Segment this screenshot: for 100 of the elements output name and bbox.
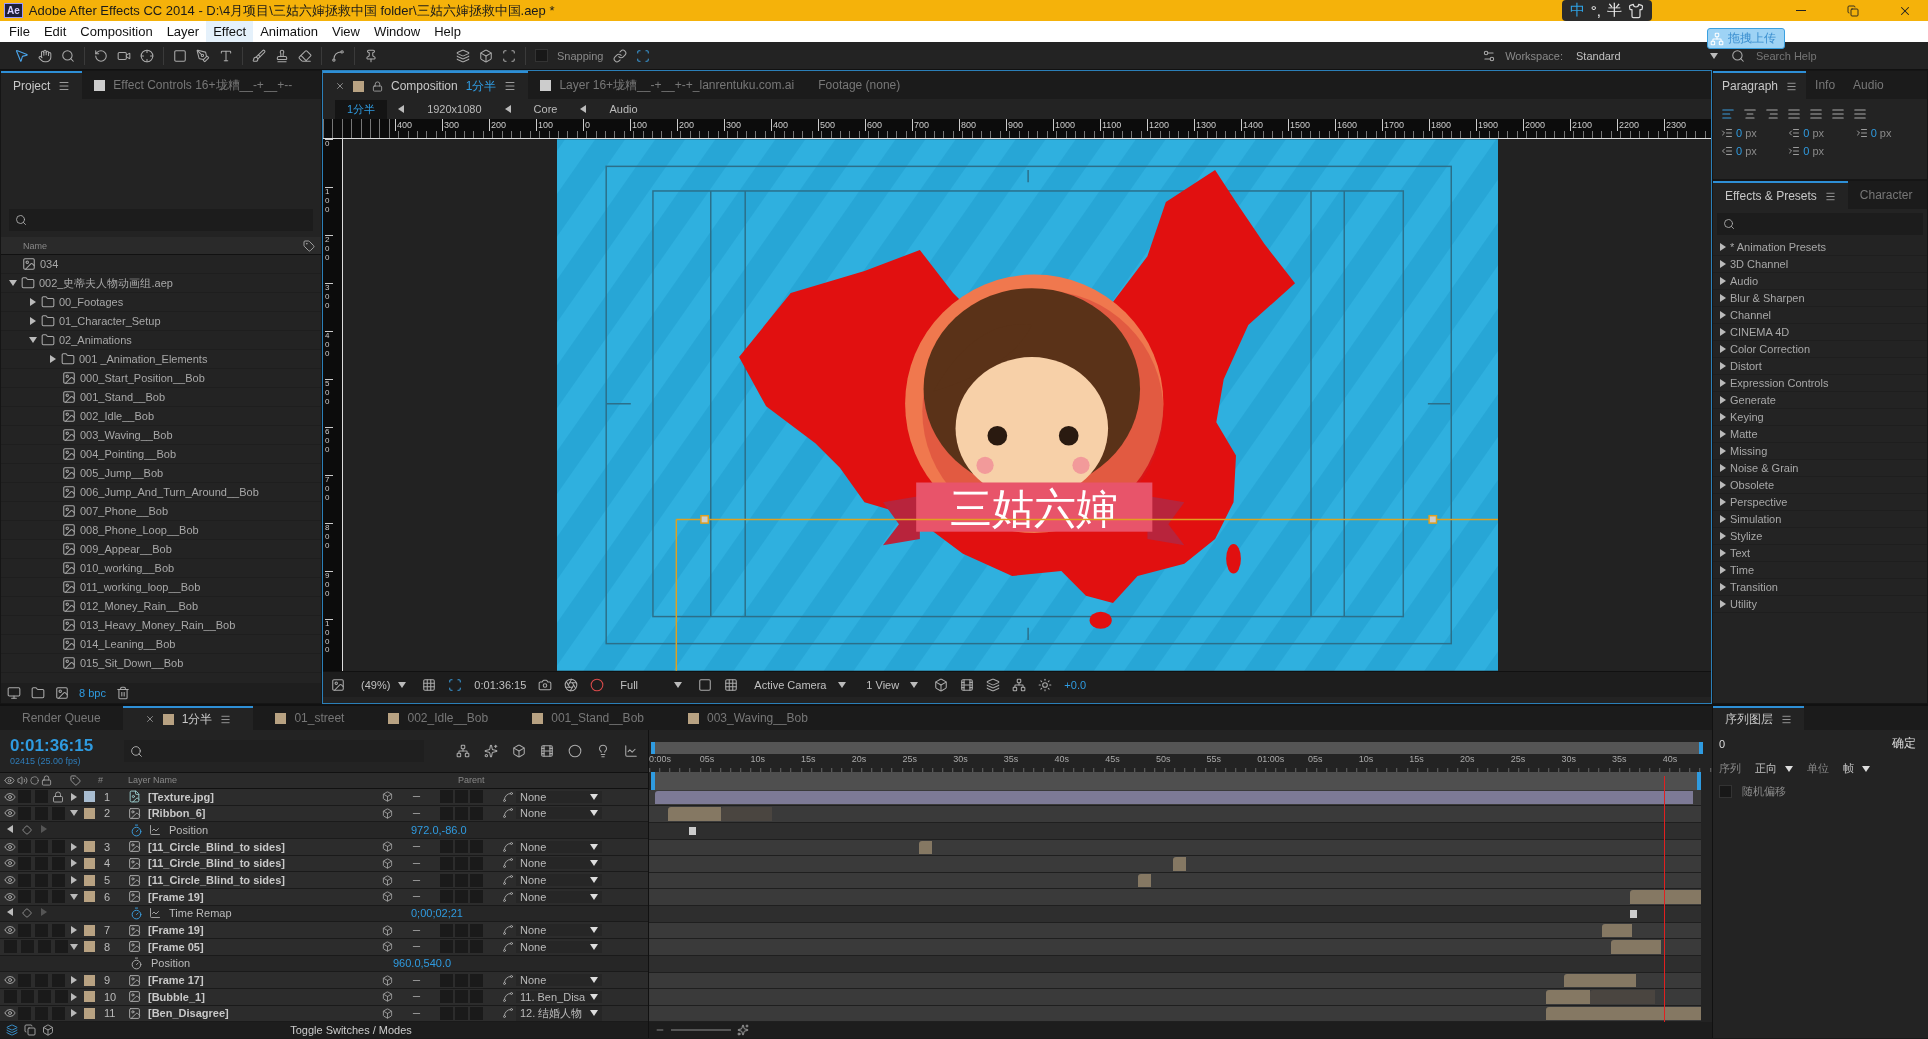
expand-arrow-icon[interactable] [1719, 600, 1727, 608]
world-axis-icon[interactable] [479, 48, 493, 63]
collapse-arrow-icon[interactable] [70, 892, 78, 901]
effect-category[interactable]: Color Correction [1730, 343, 1811, 355]
pick-whip-icon[interactable] [502, 840, 514, 853]
expand-arrow-icon[interactable] [1719, 430, 1727, 438]
pick-whip-icon[interactable] [502, 990, 514, 1003]
expand-arrow-icon[interactable] [1719, 345, 1727, 353]
project-item[interactable]: 000_Start_Position__Bob [80, 372, 205, 384]
label-icon[interactable] [303, 239, 315, 252]
label-color[interactable] [84, 874, 95, 886]
pan-behind-tool-icon[interactable] [140, 48, 154, 63]
effect-category[interactable]: * Animation Presets [1730, 241, 1826, 253]
effect-category[interactable]: Time [1730, 564, 1755, 576]
menu-item[interactable]: Animation [253, 21, 325, 42]
breadcrumb-arrow-icon[interactable] [503, 105, 512, 113]
project-item[interactable]: 007_Phone__Bob [80, 505, 169, 517]
random-offset-checkbox[interactable] [1719, 785, 1732, 798]
draft-3d-icon[interactable] [484, 744, 498, 759]
layer-name[interactable]: [Frame 19] [148, 890, 378, 903]
layer-duration-bar[interactable] [1138, 873, 1151, 888]
parent-dropdown[interactable]: None [516, 890, 602, 903]
transfer-controls-icon[interactable] [24, 1024, 36, 1037]
eye-icon[interactable] [4, 924, 16, 937]
effect-category[interactable]: Blur & Sharpen [1730, 292, 1805, 304]
resolution-dropdown[interactable]: Full [616, 678, 687, 691]
breadcrumb[interactable]: 1920x1080 [415, 101, 494, 117]
eye-icon[interactable] [4, 790, 16, 803]
breadcrumb-arrow-icon[interactable] [397, 105, 406, 113]
effects-search-field[interactable] [1717, 213, 1923, 235]
expand-arrow-icon[interactable] [1719, 328, 1727, 336]
menu-item[interactable]: Edit [36, 21, 74, 42]
column-header[interactable]: Parent [458, 775, 578, 786]
search-field[interactable]: Search Help [1754, 48, 1914, 63]
dropdown-caret-icon[interactable] [1785, 764, 1793, 773]
solo-icon[interactable] [30, 776, 39, 785]
trash-icon[interactable] [115, 686, 130, 700]
pick-whip-icon[interactable] [502, 857, 514, 870]
graph-icon[interactable] [149, 906, 161, 919]
mask-visibility-icon[interactable] [448, 677, 463, 692]
layer-name[interactable]: [Bubble_1] [148, 990, 378, 1003]
shy-switch-icon[interactable] [382, 791, 393, 803]
pick-whip-icon[interactable] [502, 1007, 514, 1020]
brainstorm-icon[interactable] [596, 744, 610, 759]
layer-duration-bar[interactable] [1545, 990, 1590, 1004]
pick-whip-icon[interactable] [502, 790, 514, 803]
dropdown-caret-icon[interactable] [910, 680, 919, 689]
layer-name[interactable]: [Texture.jpg] [148, 790, 378, 803]
project-item[interactable]: 011_working_loop__Bob [80, 581, 201, 593]
expand-arrow-icon[interactable] [1719, 549, 1727, 557]
project-item[interactable]: 00_Footages [59, 296, 124, 308]
expand-arrow-icon[interactable] [1719, 464, 1727, 472]
transparency-grid-icon[interactable] [724, 677, 739, 692]
timeline-tab[interactable]: 1分半 [122, 706, 254, 730]
expand-arrow-icon[interactable] [1719, 498, 1727, 506]
indent-value[interactable]: 0 [1870, 127, 1877, 139]
effect-category[interactable]: Distort [1730, 360, 1762, 372]
effect-category[interactable]: Noise & Grain [1730, 462, 1799, 474]
expand-arrow-icon[interactable] [1719, 396, 1727, 404]
layer-duration-bar[interactable] [1545, 1006, 1702, 1021]
menu-item[interactable]: Layer [159, 21, 207, 42]
expand-arrow-icon[interactable] [70, 926, 78, 935]
menu-item[interactable]: Effect [206, 21, 254, 42]
audio-switch[interactable] [18, 790, 31, 804]
column-header[interactable]: Layer Name [128, 775, 358, 786]
graph-icon[interactable] [149, 823, 161, 836]
shy-switch-icon[interactable] [382, 1007, 393, 1019]
project-item[interactable]: 001_Stand__Bob [80, 391, 166, 403]
layer-switches[interactable] [440, 790, 485, 804]
order-dropdown[interactable]: 正向 [1751, 761, 1797, 776]
zoom-in-icon[interactable] [737, 1024, 749, 1037]
eye-icon[interactable] [4, 775, 15, 786]
menu-item[interactable]: Composition [73, 21, 160, 42]
breadcrumb[interactable]: 1分半 [335, 99, 388, 119]
layer-duration-bar[interactable] [1564, 973, 1637, 988]
workspace-icon[interactable] [1482, 48, 1497, 63]
effect-category[interactable]: Audio [1730, 275, 1759, 287]
layer-name[interactable]: [Frame 05] [148, 940, 378, 953]
parent-dropdown[interactable]: None [516, 807, 602, 820]
breadcrumb[interactable]: Core [521, 101, 570, 117]
pick-whip-icon[interactable] [502, 924, 514, 937]
zoom-tool-icon[interactable] [61, 48, 75, 63]
panel-menu-icon[interactable] [1786, 80, 1798, 92]
menu-item[interactable]: View [325, 21, 367, 42]
justify-left-icon[interactable] [1787, 107, 1801, 121]
shy-switch-icon[interactable] [382, 891, 393, 903]
dropdown-caret-icon[interactable] [398, 680, 407, 689]
lock-icon[interactable] [372, 80, 383, 92]
magnification-dropdown[interactable]: (49%) [357, 678, 411, 691]
property-value[interactable]: 0;00;02;21 [411, 907, 463, 920]
project-item[interactable]: 002_Idle__Bob [80, 410, 154, 422]
channel-icon[interactable] [590, 677, 605, 692]
brush-tool-icon[interactable] [252, 48, 266, 63]
menu-item[interactable]: File [2, 21, 37, 42]
layer-name[interactable]: [11_Circle_Blind_to sides] [148, 857, 378, 870]
pick-whip-icon[interactable] [502, 807, 514, 820]
indent-value[interactable]: 0 [1736, 127, 1743, 139]
eye-icon[interactable] [4, 974, 16, 987]
keyframe-icon[interactable] [689, 827, 697, 836]
expand-arrow-icon[interactable] [49, 355, 57, 363]
